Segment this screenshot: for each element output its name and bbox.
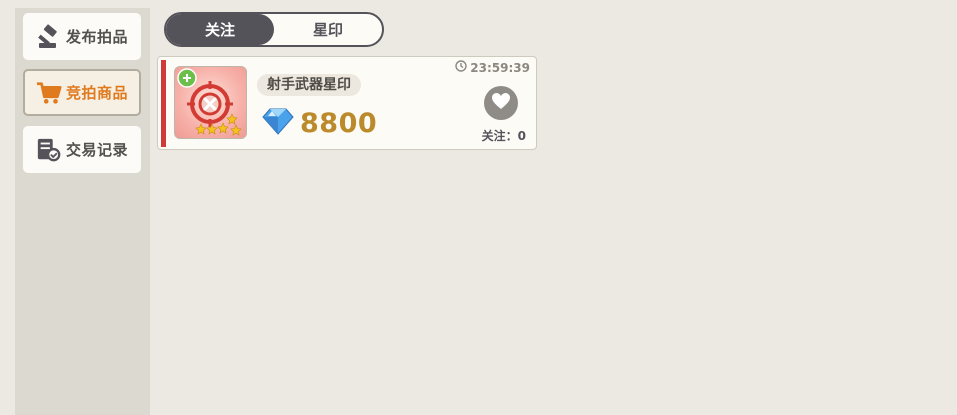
countdown-timer: 23:59:39: [455, 60, 530, 75]
tab-bar: 关注 星印: [164, 12, 384, 47]
gavel-icon: [36, 23, 62, 51]
sidebar-item-publish[interactable]: 发布拍品: [23, 13, 141, 60]
item-thumbnail: [174, 66, 247, 139]
sidebar-item-label: 发布拍品: [65, 28, 128, 46]
price-row: 8800: [262, 107, 377, 139]
tab-star-seal[interactable]: 星印: [274, 14, 382, 45]
card-accent-bar: [161, 60, 166, 147]
star-rating-icon: [195, 113, 242, 136]
listing-card[interactable]: 射手武器星印 8800 23:59:39 关注：0: [157, 56, 537, 150]
records-icon: [36, 136, 62, 164]
heart-icon: [491, 92, 511, 114]
timer-text: 23:59:39: [470, 60, 530, 75]
clock-icon: [455, 60, 467, 75]
item-name: 射手武器星印: [257, 74, 361, 96]
cart-icon: [36, 79, 62, 107]
price-value: 8800: [300, 107, 378, 139]
sidebar-item-label: 竞拍商品: [65, 84, 128, 102]
sidebar-item-records[interactable]: 交易记录: [23, 126, 141, 173]
sidebar-item-label: 交易记录: [65, 141, 128, 159]
sidebar-item-auction[interactable]: 竞拍商品: [23, 69, 141, 116]
sidebar: 发布拍品 竞拍商品 交易记录: [15, 8, 150, 415]
follow-value: 0: [517, 129, 526, 143]
tab-follow[interactable]: 关注: [166, 14, 274, 45]
diamond-icon: [262, 107, 294, 139]
follow-button[interactable]: [484, 86, 518, 120]
follow-label: 关注：: [481, 129, 518, 143]
follow-count: 关注：0: [482, 127, 526, 144]
